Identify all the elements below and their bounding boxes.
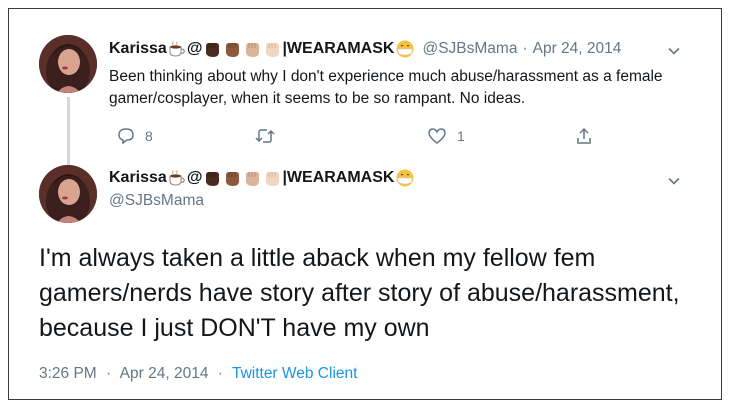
- like-button[interactable]: 1: [427, 127, 465, 145]
- display-name-at: @: [186, 169, 203, 186]
- medical-mask-emoji: [396, 169, 414, 187]
- tweet-reply-parent[interactable]: Karissa @ |WEARAMASK @SJBsMama · Apr 24,…: [9, 31, 721, 175]
- user-handle[interactable]: @SJBsMama: [422, 40, 517, 58]
- tweet-metadata: 3:26 PM · Apr 24, 2014 · Twitter Web Cli…: [39, 365, 357, 383]
- tweet-date[interactable]: Apr 24, 2014: [533, 40, 622, 58]
- avatar-image: [39, 165, 97, 223]
- separator-dot: ·: [106, 365, 112, 382]
- hot-beverage-emoji: [169, 170, 185, 186]
- separator-dot: ·: [217, 365, 223, 382]
- avatar[interactable]: [39, 165, 97, 223]
- display-name-text: Karissa: [109, 40, 167, 57]
- reply-button[interactable]: 8: [117, 127, 153, 145]
- avatar[interactable]: [39, 35, 97, 93]
- hot-beverage-emoji: [169, 41, 185, 57]
- tweet-header: Karissa @: [109, 40, 621, 58]
- reply-icon: [118, 128, 134, 145]
- display-name[interactable]: Karissa @ |WEARAMASK: [109, 40, 416, 58]
- retweet-button[interactable]: [255, 127, 285, 145]
- display-name[interactable]: Karissa @ |WEARAMASK: [109, 169, 416, 187]
- tweet-actions: 8 1: [109, 127, 609, 147]
- client-link[interactable]: Twitter Web Client: [232, 365, 357, 382]
- display-name-at: @: [186, 40, 203, 57]
- chevron-down-icon[interactable]: [667, 174, 681, 188]
- separator-dot: ·: [522, 40, 528, 57]
- tweet-main: Karissa @ |WEARAMASK @SJBsMama I'm alway…: [9, 159, 721, 399]
- tweet-text: I'm always taken a little aback when my …: [39, 244, 680, 342]
- like-count: 1: [457, 128, 465, 144]
- display-name-tag: |WEARAMASK: [282, 169, 395, 186]
- avatar-image: [39, 35, 97, 93]
- raised-fist-medium-light-emoji: [246, 42, 260, 57]
- raised-fist-medium-dark-emoji: [226, 42, 240, 57]
- share-icon: [577, 127, 591, 144]
- raised-fist-dark-emoji: [206, 42, 220, 57]
- raised-fist-medium-dark-emoji: [226, 171, 240, 186]
- raised-fist-dark-emoji: [206, 171, 220, 186]
- tweet-text: Been thinking about why I don't experien…: [109, 68, 663, 107]
- tweet-header: Karissa @: [109, 169, 416, 187]
- reply-count: 8: [145, 128, 153, 144]
- raised-fist-light-emoji: [266, 171, 280, 186]
- raised-fist-medium-light-emoji: [246, 171, 260, 186]
- screenshot-frame: Karissa @ |WEARAMASK @SJBsMama · Apr 24,…: [8, 8, 722, 400]
- medical-mask-emoji: [396, 40, 414, 58]
- share-button[interactable]: [575, 127, 593, 145]
- raised-fist-light-emoji: [266, 42, 280, 57]
- user-handle[interactable]: @SJBsMama: [109, 192, 204, 210]
- display-name-tag: |WEARAMASK: [282, 40, 395, 57]
- tweet-time[interactable]: 3:26 PM: [39, 365, 97, 382]
- display-name-text: Karissa: [109, 169, 167, 186]
- tweet-date[interactable]: Apr 24, 2014: [120, 365, 209, 382]
- like-icon: [428, 128, 446, 144]
- chevron-down-icon[interactable]: [667, 44, 681, 58]
- retweet-icon: [255, 129, 275, 143]
